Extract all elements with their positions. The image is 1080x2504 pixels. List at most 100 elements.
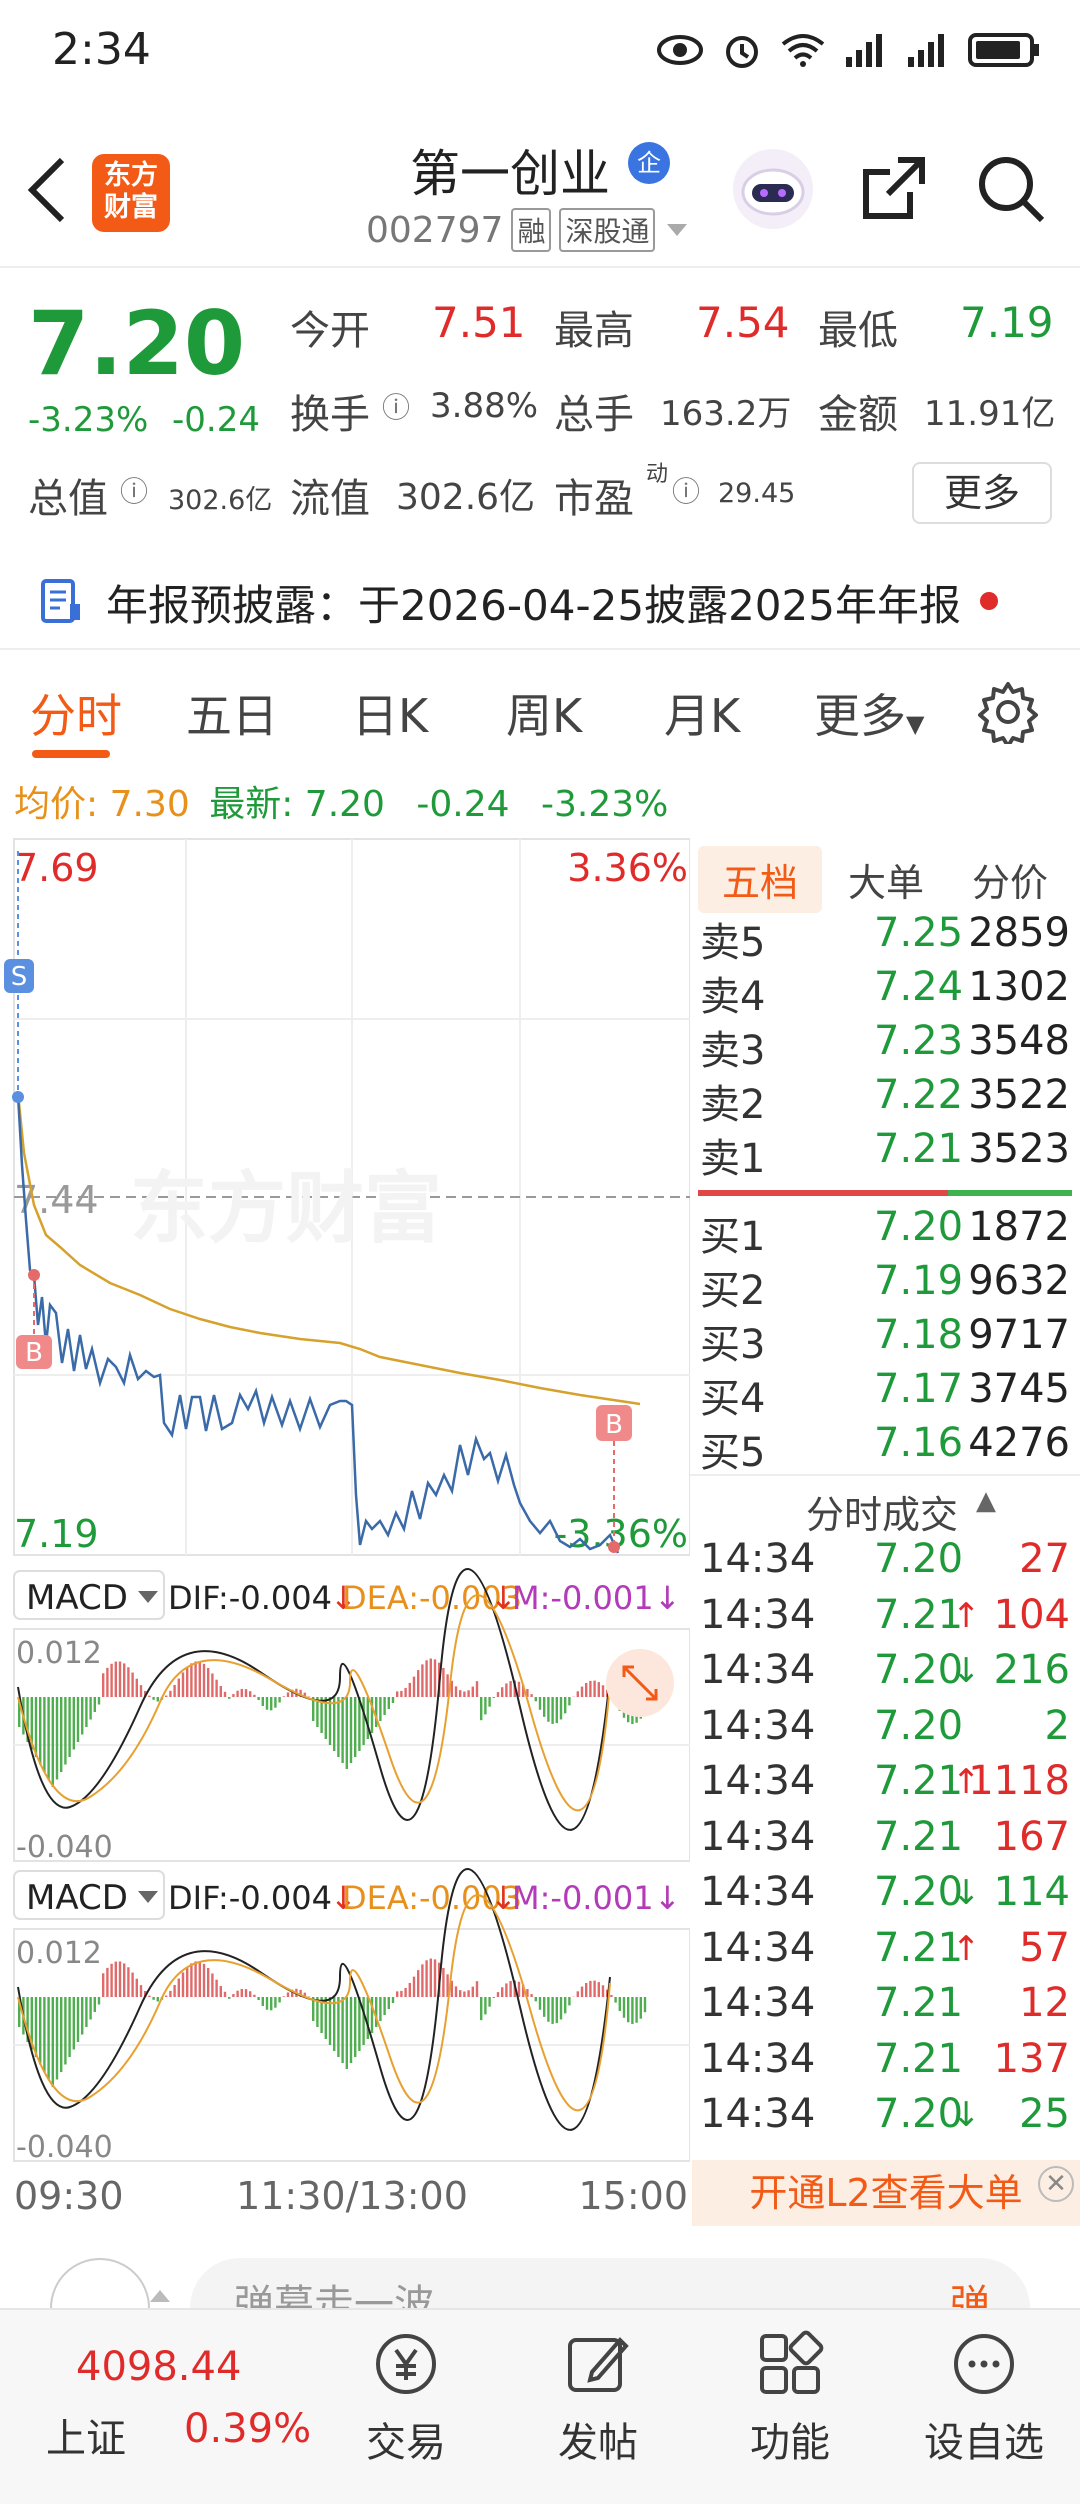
macd-bar [55, 1997, 59, 2080]
y-top-label: 7.69 [14, 846, 99, 890]
tick-price: 7.20 [874, 1702, 964, 1749]
back-icon[interactable] [22, 150, 72, 230]
danmaku-button[interactable]: 弹 [950, 2272, 990, 2308]
macd-bar [463, 1691, 466, 1697]
macd-bar [43, 1697, 46, 1772]
macd-bar [400, 1690, 403, 1697]
index-pct[interactable]: 0.39% [184, 2406, 311, 2452]
macd-bar [354, 1697, 357, 1757]
nav-functions[interactable]: 功能 [710, 2328, 870, 2468]
info-icon[interactable]: ⓘ [120, 470, 148, 510]
ask-row[interactable]: 卖1 7.21 3523 [690, 1126, 1080, 1182]
macd-bar [597, 1682, 600, 1697]
macd-bar [60, 1997, 63, 2072]
macd-bar [505, 1983, 508, 1997]
comment-list-icon[interactable] [50, 2258, 150, 2308]
macd-bar [181, 1672, 185, 1697]
macd-bar [505, 1683, 508, 1697]
nav-trade[interactable]: 交易 [326, 2328, 486, 2468]
tab-intraday[interactable]: 分时 [30, 680, 122, 746]
macd-m: M:-0.001 [512, 1879, 654, 1917]
ask-row[interactable]: 卖4 7.24 1302 [690, 964, 1080, 1020]
macd-bar [76, 1997, 80, 2042]
tick-time: 14:34 [700, 1980, 816, 2026]
share-icon[interactable] [858, 152, 930, 224]
tab-price-dist[interactable]: 分价 [972, 852, 1048, 907]
macd-bar [484, 1697, 487, 1715]
info-icon[interactable]: ⓘ [382, 386, 410, 426]
macd-bar [555, 1697, 558, 1724]
tab-5day[interactable]: 五日 [186, 680, 278, 746]
intraday-chart[interactable]: 东方财富 7.69 3.36% 7.44 7.19 -3.36% S B B M… [0, 835, 691, 2225]
macd-bar [34, 1697, 38, 1757]
open-value: 7.51 [432, 298, 526, 347]
bid-row[interactable]: 买4 7.17 3745 [690, 1366, 1080, 1422]
nav-post[interactable]: 发帖 [518, 2328, 678, 2468]
bid-row[interactable]: 买2 7.19 9632 [690, 1258, 1080, 1314]
turnover-label: 换手 [290, 392, 370, 438]
ask-row[interactable]: 卖2 7.22 3522 [690, 1072, 1080, 1128]
close-icon[interactable]: ✕ [1038, 2166, 1074, 2202]
macd-bar [564, 1697, 567, 1714]
macd-bar [93, 1997, 96, 2012]
tab-monthly-k[interactable]: 月K [664, 680, 740, 746]
bid-row[interactable]: 买3 7.18 9717 [690, 1312, 1080, 1368]
float-value: 302.6亿 [396, 477, 536, 518]
settings-gear-icon[interactable] [976, 680, 1040, 744]
status-time: 2:34 [52, 24, 151, 75]
index-value[interactable]: 4098.44 [76, 2344, 241, 2390]
open-label: 今开 [290, 308, 370, 354]
bid-row[interactable]: 买1 7.20 1872 [690, 1204, 1080, 1260]
tab-more[interactable]: 更多▼ [814, 680, 924, 746]
tab-daily-k[interactable]: 日K [352, 680, 428, 746]
bid-price: 7.18 [874, 1312, 964, 1358]
nav-watchlist[interactable]: 设自选 [904, 2328, 1064, 2468]
ask-row[interactable]: 卖5 7.25 2859 [690, 910, 1080, 966]
macd-bar [274, 1697, 277, 1708]
macd-bar [139, 1685, 143, 1697]
tab-big-orders[interactable]: 大单 [848, 852, 924, 907]
comment-input[interactable]: 弹幕走一波 弹 [190, 2258, 1030, 2308]
macd-bar [198, 1961, 201, 1997]
macd-bar [39, 1997, 42, 2065]
info-icon[interactable]: ⓘ [672, 470, 700, 510]
l2-banner[interactable]: 开通L2查看大单 ✕ [692, 2160, 1080, 2226]
macd-bar [211, 1673, 214, 1697]
macd-bar [580, 1986, 584, 1997]
macd-bar [55, 1697, 59, 1780]
high-label: 最高 [554, 308, 634, 354]
caret-down-icon[interactable] [663, 220, 691, 240]
macd-bar [601, 1985, 605, 1997]
macd-bar [236, 1690, 239, 1697]
volume-value: 163.2万 [660, 394, 792, 434]
macd-bar [643, 1997, 647, 2013]
macd-bar [139, 1985, 143, 1997]
bid-label: 买1 [700, 1214, 766, 1260]
more-button[interactable]: 更多 [912, 462, 1052, 524]
macd-bar [253, 1994, 256, 1997]
macd-bar [349, 1697, 353, 1763]
eye-icon [657, 35, 703, 65]
tab-weekly-k[interactable]: 周K [506, 680, 582, 746]
tab-five-levels[interactable]: 五档 [698, 846, 823, 913]
search-icon[interactable] [974, 152, 1048, 226]
app-logo[interactable]: 东方 财富 [92, 154, 170, 232]
macd-bar [467, 1690, 470, 1697]
tick-price: 7.20 [874, 1869, 964, 1915]
ask-row[interactable]: 卖3 7.23 3548 [690, 1018, 1080, 1074]
robot-avatar-icon[interactable] [730, 146, 816, 232]
macd-bar [127, 1967, 130, 1997]
tick-time: 14:34 [700, 2091, 816, 2137]
macd-m: M:-0.001 [512, 1579, 654, 1617]
tick-volume: 216 [993, 1647, 1070, 1693]
bid-row[interactable]: 买5 7.16 4276 [690, 1420, 1080, 1476]
macd-bar [152, 1997, 155, 2000]
ticks-header[interactable]: 分时成交 ▲ [690, 1474, 1080, 1537]
y-bottom-label: 7.19 [14, 1512, 99, 1556]
tick-arrow: ↑ [952, 1595, 981, 1636]
bid-price: 7.16 [874, 1420, 964, 1466]
macd-bar [488, 1997, 491, 2007]
index-name[interactable]: 上证 [46, 2406, 126, 2464]
macd-bar [366, 1697, 369, 1739]
announcement-bar[interactable]: 年报预披露：于2026-04-25披露2025年年报 [0, 550, 1080, 650]
